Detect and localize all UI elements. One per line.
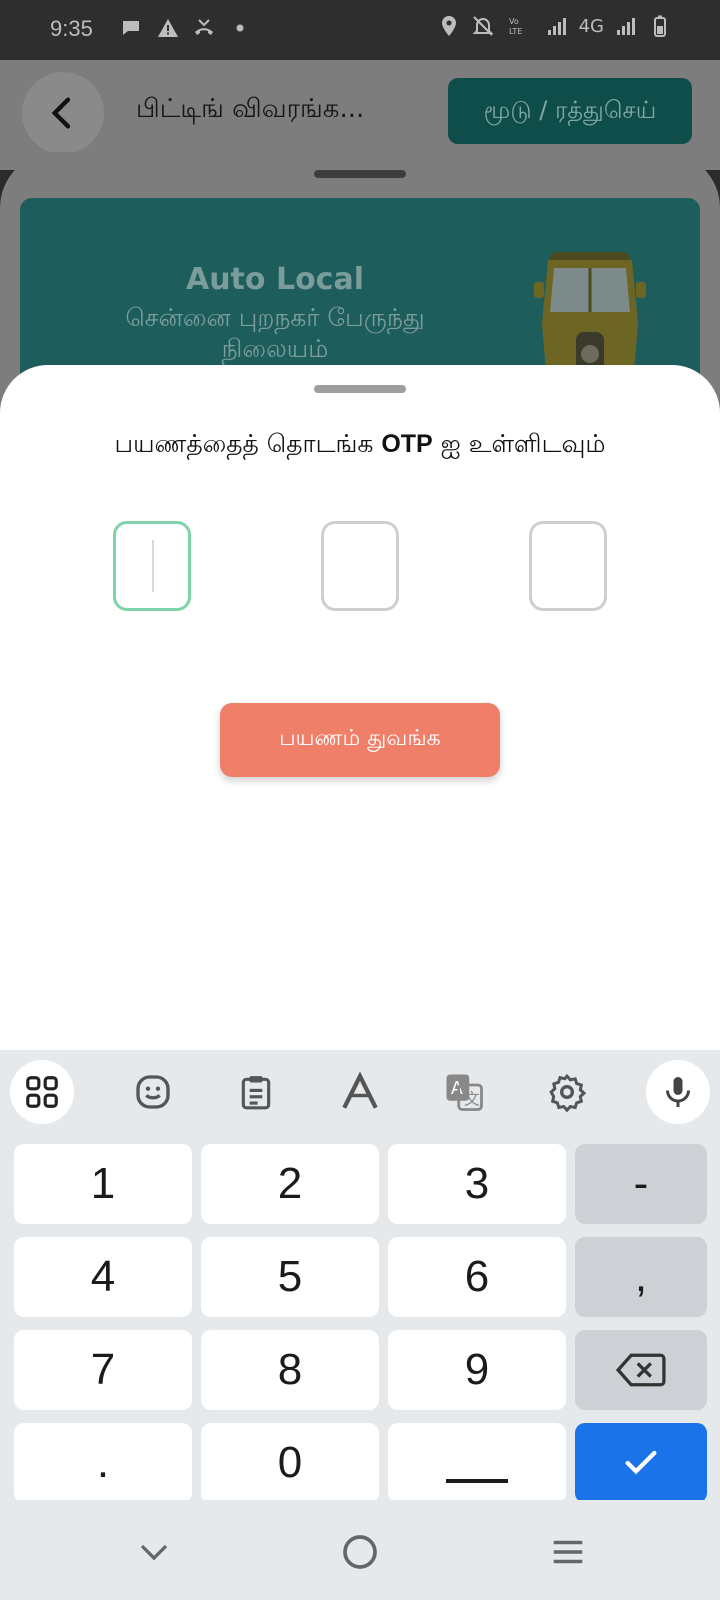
backspace-key[interactable] xyxy=(575,1330,707,1410)
key-comma[interactable]: , xyxy=(575,1237,707,1317)
space-bar-icon xyxy=(446,1479,508,1483)
key-dot[interactable]: . xyxy=(14,1423,192,1503)
key-1[interactable]: 1 xyxy=(14,1144,192,1224)
key-dash[interactable]: - xyxy=(575,1144,707,1224)
otp-title-bold: OTP xyxy=(381,430,433,458)
key-6[interactable]: 6 xyxy=(388,1237,566,1317)
status-bar: 9:35 Vo LTE 4G xyxy=(0,0,720,60)
home-icon[interactable] xyxy=(330,1522,390,1582)
text-caret xyxy=(152,540,154,592)
back-arrow-icon xyxy=(51,97,71,129)
svg-text:LTE: LTE xyxy=(509,27,522,36)
backspace-icon xyxy=(616,1353,666,1387)
system-nav-bar xyxy=(0,1500,720,1600)
check-icon xyxy=(625,1450,657,1475)
translate-icon[interactable]: A文 xyxy=(432,1060,496,1124)
key-0[interactable]: 0 xyxy=(201,1423,379,1503)
ride-place: சென்னை புறநகர் பேருந்து நிலையம் xyxy=(125,303,425,363)
signal-icon xyxy=(547,18,566,35)
chat-icon xyxy=(123,21,139,35)
mic-icon[interactable] xyxy=(646,1060,710,1124)
otp-input-2[interactable] xyxy=(321,521,399,611)
svg-text:文: 文 xyxy=(464,1089,480,1108)
key-8[interactable]: 8 xyxy=(201,1330,379,1410)
key-9[interactable]: 9 xyxy=(388,1330,566,1410)
clipboard-icon[interactable] xyxy=(224,1060,288,1124)
close-cancel-button[interactable]: மூடு / ரத்துசெய் xyxy=(448,78,692,144)
sticker-icon[interactable] xyxy=(121,1060,185,1124)
text-style-icon[interactable] xyxy=(328,1060,392,1124)
warning-icon xyxy=(158,19,178,37)
enter-key[interactable] xyxy=(575,1423,707,1503)
battery-icon xyxy=(654,15,666,37)
key-3[interactable]: 3 xyxy=(388,1144,566,1224)
signal-icon xyxy=(617,18,635,35)
menu-icon[interactable] xyxy=(538,1522,598,1582)
start-ride-button[interactable]: பயணம் துவங்க xyxy=(220,703,500,777)
otp-input-3[interactable] xyxy=(529,521,607,611)
network-label: 4G xyxy=(578,15,604,37)
volte-icon: VoLTE xyxy=(509,17,522,36)
mute-icon xyxy=(472,16,494,36)
otp-title-text-end: ஐ உள்ளிடவும் xyxy=(432,429,606,458)
svg-text:Vo: Vo xyxy=(509,17,519,26)
otp-title: பயணத்தைத் தொடங்க OTP ஐ உள்ளிடவும் xyxy=(0,429,720,462)
sheet-handle[interactable] xyxy=(314,385,406,393)
ride-type: Auto Local xyxy=(185,262,364,297)
keyboard-toolbar: A文 xyxy=(0,1050,720,1132)
location-icon xyxy=(441,16,456,36)
otp-title-text: பயணத்தைத் தொடங்க xyxy=(114,429,382,458)
missed-call-icon xyxy=(195,19,213,35)
settings-icon[interactable] xyxy=(535,1060,599,1124)
back-button[interactable] xyxy=(22,72,104,154)
apps-icon[interactable] xyxy=(10,1060,74,1124)
key-2[interactable]: 2 xyxy=(201,1144,379,1224)
status-time: 9:35 xyxy=(50,16,93,41)
key-7[interactable]: 7 xyxy=(14,1330,192,1410)
page-title: பிட்டிங் விவரங்க... xyxy=(136,94,365,124)
dot-icon xyxy=(236,24,244,32)
otp-sheet: பயணத்தைத் தொடங்க OTP ஐ உள்ளிடவும் பயணம் … xyxy=(0,365,720,1050)
key-4[interactable]: 4 xyxy=(14,1237,192,1317)
space-key[interactable] xyxy=(388,1423,566,1503)
svg-text:A: A xyxy=(451,1079,463,1099)
sheet-handle xyxy=(314,170,406,178)
hide-keyboard-icon[interactable] xyxy=(124,1522,184,1582)
key-5[interactable]: 5 xyxy=(201,1237,379,1317)
otp-input-1[interactable] xyxy=(113,521,191,611)
